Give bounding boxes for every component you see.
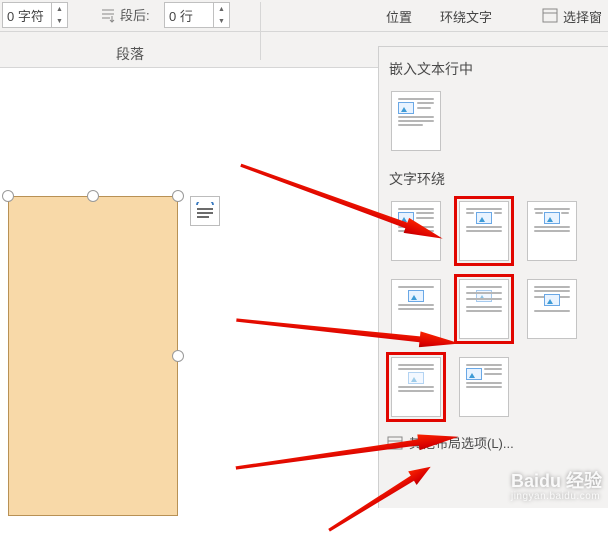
- wrap-option-through[interactable]: [527, 201, 577, 261]
- document-canvas[interactable]: [0, 68, 378, 508]
- wrap-option-inline[interactable]: [391, 91, 441, 151]
- wrap-text-button[interactable]: 环绕文字: [440, 0, 492, 32]
- image-icon: [408, 372, 424, 384]
- spacing-after-icon: [96, 3, 120, 27]
- more-layout-options[interactable]: 其他布局选项(L)...: [387, 433, 600, 452]
- spacing-after-value: 0 行: [165, 6, 213, 25]
- wrap-text-panel: 嵌入文本行中 文字环绕: [378, 46, 608, 508]
- image-icon: [398, 102, 414, 114]
- section-wrap-header: 文字环绕: [389, 169, 600, 189]
- ribbon-strip: 0 字符 ▲ ▼ 段后: 0 行 ▲ ▼ 位置 环绕文字 选择窗: [0, 0, 608, 32]
- section-inline-header: 嵌入文本行中: [389, 59, 600, 79]
- group-paragraph-label: 段落: [0, 44, 260, 64]
- resize-handle-nw[interactable]: [2, 190, 14, 202]
- image-icon: [476, 212, 492, 224]
- image-icon: [398, 212, 414, 224]
- indent-spin-buttons[interactable]: ▲ ▼: [51, 3, 67, 27]
- wrap-option-tight[interactable]: [459, 201, 509, 261]
- wrap-option-behind-text[interactable]: [459, 279, 509, 339]
- wrap-option-through-2[interactable]: [391, 357, 441, 417]
- image-icon: [544, 294, 560, 306]
- wrap-option-top-bottom[interactable]: [391, 279, 441, 339]
- selection-pane-button[interactable]: 选择窗: [542, 0, 602, 32]
- layout-icon: [387, 436, 403, 450]
- indent-value: 0 字符: [3, 6, 51, 25]
- chevron-down-icon[interactable]: ▼: [52, 15, 67, 27]
- selected-shape[interactable]: [8, 196, 178, 516]
- group-separator: [260, 2, 261, 60]
- layout-options-button[interactable]: [190, 196, 220, 226]
- indent-right-spinner[interactable]: 0 字符 ▲ ▼: [2, 2, 68, 28]
- wrap-option-in-front[interactable]: [527, 279, 577, 339]
- chevron-down-icon[interactable]: ▼: [214, 15, 229, 27]
- position-button[interactable]: 位置: [386, 0, 412, 32]
- spacing-after-label: 段后:: [120, 5, 150, 24]
- spacing-after-spinner[interactable]: 0 行 ▲ ▼: [164, 2, 230, 28]
- image-icon: [544, 212, 560, 224]
- spacing-spin-buttons[interactable]: ▲ ▼: [213, 3, 229, 27]
- chevron-up-icon[interactable]: ▲: [52, 3, 67, 15]
- watermark: Baidu 经验 jingyan.baidu.com: [511, 467, 602, 502]
- resize-handle-n[interactable]: [87, 190, 99, 202]
- chevron-up-icon[interactable]: ▲: [214, 3, 229, 15]
- resize-handle-e[interactable]: [172, 350, 184, 362]
- wrap-option-square[interactable]: [391, 201, 441, 261]
- resize-handle-ne[interactable]: [172, 190, 184, 202]
- image-icon: [466, 368, 482, 380]
- image-icon: [408, 290, 424, 302]
- layout-options-icon: [195, 202, 215, 220]
- wrap-option-extra[interactable]: [459, 357, 509, 417]
